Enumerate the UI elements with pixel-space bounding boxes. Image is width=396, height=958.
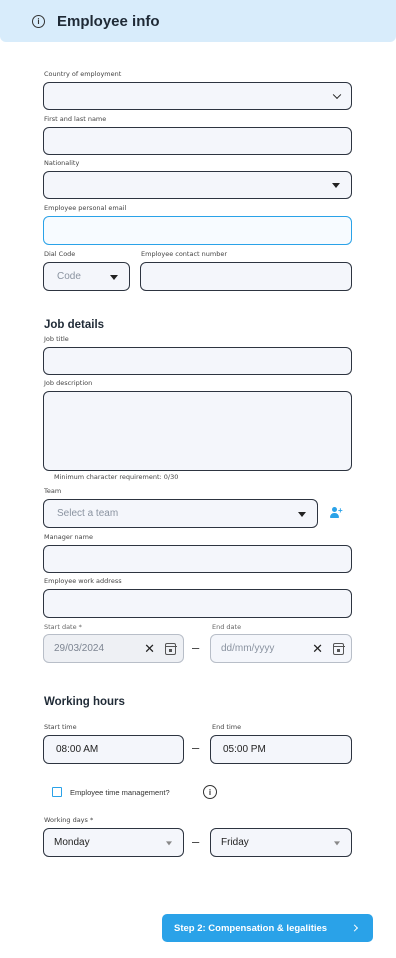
nationality-label: Nationality: [44, 159, 80, 167]
start-time-input[interactable]: 08:00 AM: [43, 735, 184, 764]
email-label: Employee personal email: [44, 204, 127, 212]
email-input[interactable]: [43, 216, 352, 245]
caret-down-icon: [110, 274, 118, 280]
work-address-input[interactable]: [43, 589, 352, 618]
end-date-input[interactable]: dd/mm/yyyy ✕: [210, 634, 352, 663]
work-address-label: Employee work address: [44, 577, 122, 585]
end-time-value: 05:00 PM: [223, 744, 266, 755]
end-time-label: End time: [212, 723, 242, 731]
manager-input[interactable]: [43, 545, 352, 573]
caret-down-icon: [166, 840, 172, 845]
day-from-select[interactable]: Monday: [43, 828, 184, 857]
clear-icon[interactable]: ✕: [144, 641, 155, 657]
add-team-icon[interactable]: +: [330, 507, 344, 519]
team-placeholder: Select a team: [57, 508, 119, 519]
start-date-input: 29/03/2024 ✕: [43, 634, 184, 663]
job-title-input[interactable]: [43, 347, 352, 375]
start-date-value: 29/03/2024: [54, 643, 105, 654]
name-label: First and last name: [44, 115, 107, 123]
page-title: Employee info: [57, 12, 160, 30]
job-description-textarea[interactable]: [43, 391, 352, 471]
chevron-down-icon: [332, 90, 342, 100]
country-select[interactable]: [43, 82, 352, 110]
end-date-label: End date: [212, 623, 242, 631]
caret-down-icon: [334, 840, 340, 845]
caret-down-icon: [332, 183, 340, 188]
calendar-icon[interactable]: [164, 642, 177, 655]
time-management-label: Employee time management?: [70, 788, 170, 797]
contact-number-input[interactable]: [140, 262, 352, 291]
day-to-value: Friday: [221, 837, 249, 848]
date-range-separator: –: [192, 640, 200, 655]
dial-code-label: Dial Code: [44, 250, 76, 258]
info-icon[interactable]: i: [203, 785, 217, 799]
name-input[interactable]: [43, 127, 352, 155]
job-description-label: Job description: [44, 379, 93, 387]
working-hours-title: Working hours: [44, 696, 125, 708]
job-title-label: Job title: [44, 335, 69, 343]
page-header: i Employee info: [0, 0, 396, 42]
next-step-button[interactable]: Step 2: Compensation & legalities: [162, 914, 373, 942]
day-to-select[interactable]: Friday: [210, 828, 352, 857]
info-icon: i: [32, 14, 45, 28]
job-details-title: Job details: [44, 319, 105, 331]
dial-code-select[interactable]: Code: [43, 262, 130, 291]
manager-label: Manager name: [44, 533, 93, 541]
time-management-checkbox[interactable]: [52, 787, 62, 797]
clear-icon[interactable]: ✕: [312, 641, 323, 657]
working-days-label: Working days *: [44, 816, 94, 824]
caret-down-icon: [298, 511, 306, 517]
chevron-right-icon: [350, 924, 359, 932]
start-time-value: 08:00 AM: [56, 744, 99, 755]
end-time-input[interactable]: 05:00 PM: [210, 735, 352, 764]
country-label: Country of employment: [44, 70, 122, 78]
team-select[interactable]: Select a team: [43, 499, 318, 528]
day-from-value: Monday: [54, 837, 90, 848]
days-range-separator: –: [192, 834, 200, 849]
team-label: Team: [44, 487, 62, 495]
start-date-label: Start date *: [44, 623, 82, 631]
next-step-label: Step 2: Compensation & legalities: [174, 922, 328, 934]
contact-label: Employee contact number: [141, 250, 228, 258]
time-range-separator: –: [192, 740, 200, 755]
end-date-placeholder: dd/mm/yyyy: [221, 643, 275, 654]
description-hint: Minimum character requirement: 0/30: [54, 473, 179, 481]
start-time-label: Start time: [44, 723, 77, 731]
dial-code-placeholder: Code: [57, 271, 81, 282]
calendar-icon[interactable]: [332, 642, 345, 655]
nationality-select[interactable]: [43, 171, 352, 199]
